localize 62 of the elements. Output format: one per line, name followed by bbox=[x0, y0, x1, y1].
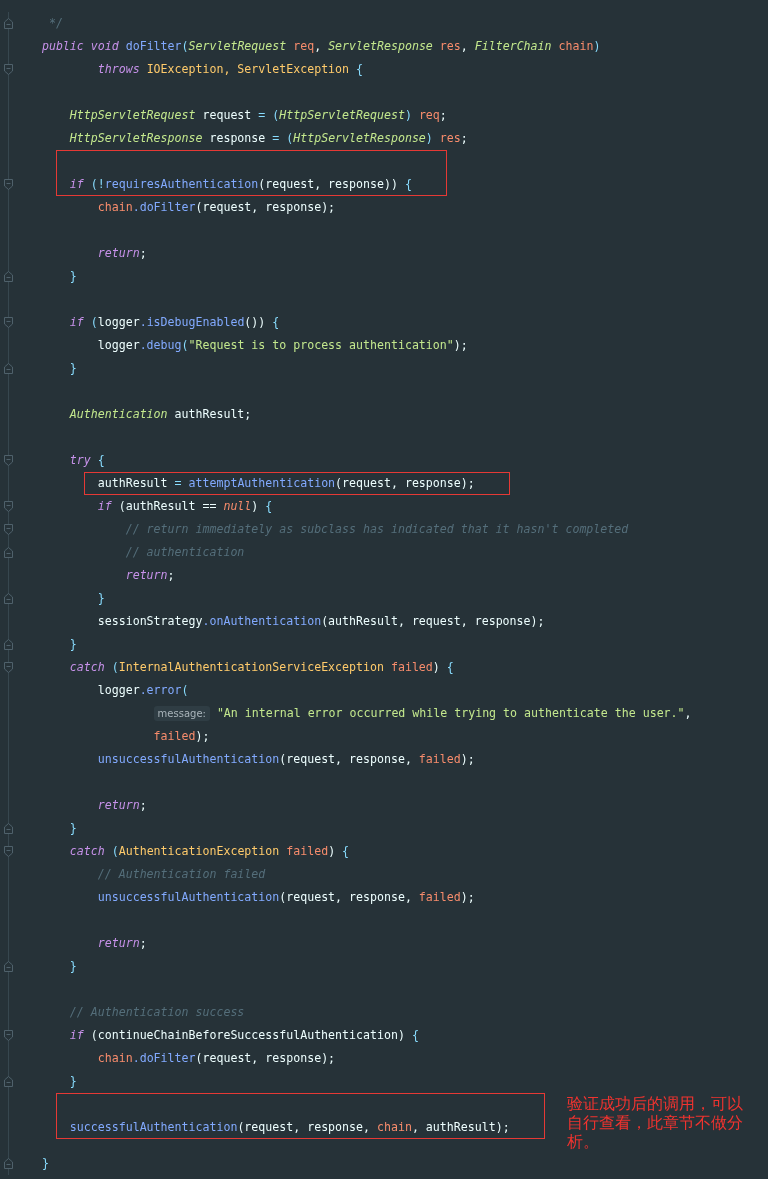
code-line: } bbox=[68, 958, 77, 975]
code-line: try { bbox=[68, 452, 105, 469]
code-text: , bbox=[684, 706, 692, 720]
fold-icon[interactable] bbox=[3, 317, 13, 328]
fold-icon[interactable] bbox=[3, 961, 13, 972]
code-line: // Authentication success bbox=[68, 1004, 245, 1021]
code-line: logger.error( bbox=[96, 682, 189, 699]
code-line: } bbox=[68, 268, 77, 285]
code-line: successfulAuthentication(request, response, chain, authResult); bbox=[68, 1119, 510, 1136]
code-line: catch (InternalAuthenticationServiceException failed) { bbox=[68, 659, 454, 676]
code-line: failed); bbox=[152, 728, 210, 745]
fold-icon[interactable] bbox=[3, 1158, 13, 1169]
code-line: } bbox=[68, 820, 77, 837]
code-line: HttpServletResponse response = (HttpServletResponse) res; bbox=[68, 130, 468, 147]
fold-icon[interactable] bbox=[3, 846, 13, 857]
code-line: } bbox=[96, 590, 105, 607]
code-line: if (continueChainBeforeSuccessfulAuthentication) { bbox=[68, 1027, 419, 1044]
fold-icon[interactable] bbox=[3, 524, 13, 535]
fold-icon[interactable] bbox=[3, 639, 13, 650]
code-line: return; bbox=[96, 935, 147, 952]
code-line: HttpServletRequest request = (HttpServletRequest) req; bbox=[68, 107, 447, 124]
code-line: unsuccessfulAuthentication(request, response, failed); bbox=[96, 751, 475, 768]
code-line: logger.debug("Request is to process authentication"); bbox=[96, 337, 468, 354]
code-line: // authentication bbox=[124, 544, 245, 561]
fold-icon[interactable] bbox=[3, 1076, 13, 1087]
fold-icon[interactable] bbox=[3, 179, 13, 190]
fold-icon[interactable] bbox=[3, 547, 13, 558]
code-line: return; bbox=[96, 245, 147, 262]
code-line: chain.doFilter(request, response); bbox=[96, 1050, 336, 1067]
code-line: authResult = attemptAuthentication(request, response); bbox=[96, 475, 475, 492]
code-line: } bbox=[68, 1073, 77, 1090]
fold-icon[interactable] bbox=[3, 501, 13, 512]
fold-icon[interactable] bbox=[3, 593, 13, 604]
fold-icon[interactable] bbox=[3, 64, 13, 75]
code-line: return; bbox=[96, 797, 147, 814]
code-line: throws IOException, ServletException { bbox=[96, 61, 363, 78]
code-line: if (authResult == null) { bbox=[96, 498, 273, 515]
fold-icon[interactable] bbox=[3, 455, 13, 466]
code-line: chain.doFilter(request, response); bbox=[96, 199, 336, 216]
fold-icon[interactable] bbox=[3, 1030, 13, 1041]
code-line: return; bbox=[124, 567, 175, 584]
code-line: Authentication authResult; bbox=[68, 406, 252, 423]
fold-icon[interactable] bbox=[3, 662, 13, 673]
code-text: "An internal error occurred while trying to authenticate the user." bbox=[215, 706, 685, 720]
code-line: if (logger.isDebugEnabled()) { bbox=[68, 314, 280, 331]
annotation-note: 验证成功后的调用，可以自行查看，此章节不做分析。 bbox=[566, 1095, 744, 1152]
code-line: // Authentication failed bbox=[96, 866, 266, 883]
fold-icon[interactable] bbox=[3, 271, 13, 282]
fold-icon[interactable] bbox=[3, 823, 13, 834]
code-line: } bbox=[40, 1155, 49, 1172]
code-line: unsuccessfulAuthentication(request, response, failed); bbox=[96, 889, 475, 906]
code-line: sessionStrategy.onAuthentication(authResult, request, response); bbox=[96, 613, 545, 630]
fold-icon[interactable] bbox=[3, 363, 13, 374]
code-line: if (!requiresAuthentication(request, response)) { bbox=[68, 176, 412, 193]
code-line: public void doFilter(ServletRequest req, ServletResponse res, FilterChain chain) bbox=[40, 38, 601, 55]
fold-icon[interactable] bbox=[3, 18, 13, 29]
code-line: // return immediately as subclass has indicated that it hasn't completed bbox=[124, 521, 629, 538]
code-line: catch (AuthenticationException failed) { bbox=[68, 843, 350, 860]
code-line: } bbox=[68, 360, 77, 377]
code-line: } bbox=[68, 636, 77, 653]
code-line: */ bbox=[47, 15, 63, 32]
parameter-hint: message: bbox=[153, 706, 210, 721]
